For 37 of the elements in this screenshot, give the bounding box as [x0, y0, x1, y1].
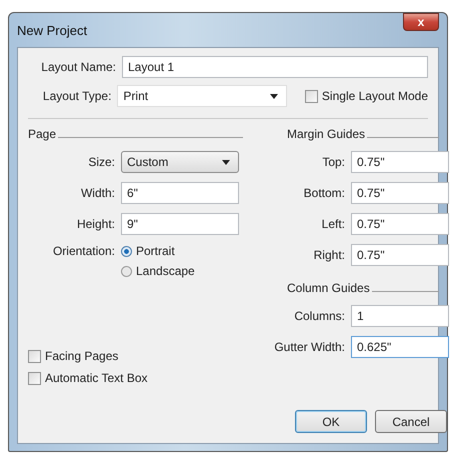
field-label: Height:	[76, 217, 115, 231]
input-field[interactable]: 6"	[121, 182, 239, 204]
input-field[interactable]: 1	[351, 305, 449, 327]
section-heading: Page	[28, 127, 56, 141]
field-label: Layout Name:	[40, 60, 116, 74]
caret-icon	[270, 94, 278, 98]
field-label: Width:	[80, 186, 115, 200]
radio-button[interactable]: Landscape	[121, 264, 195, 278]
dropdown[interactable]: Custom	[121, 151, 239, 173]
dropdown[interactable]: Print	[117, 85, 287, 107]
field-label: Gutter Width:	[273, 340, 345, 354]
close-button[interactable]: x	[403, 13, 439, 31]
field-label: Bottom:	[302, 186, 345, 200]
field-label: Top:	[321, 155, 345, 169]
input-field[interactable]: Layout 1	[122, 56, 428, 78]
section-heading: Margin Guides	[287, 127, 366, 141]
checkbox[interactable]: Automatic Text Box	[28, 371, 239, 385]
caret-icon	[222, 160, 230, 164]
input-field[interactable]: 0.75"	[351, 182, 449, 204]
window-title: New Project	[17, 22, 88, 38]
input-field[interactable]: 0.75"	[351, 151, 449, 173]
field-label: Columns:	[293, 309, 345, 323]
field-label: Orientation:	[52, 244, 115, 258]
input-field[interactable]: 9"	[121, 213, 239, 235]
field-label: Layout Type:	[42, 89, 112, 103]
dialog-button[interactable]: Cancel	[375, 410, 447, 433]
field-label: Left:	[320, 217, 345, 231]
checkbox[interactable]: Single Layout Mode	[304, 89, 428, 103]
input-field[interactable]: 0.75"	[351, 213, 449, 235]
field-label: Size:	[87, 155, 115, 169]
dialog-button[interactable]: OK	[295, 410, 367, 433]
radio-button[interactable]: Portrait	[121, 244, 175, 258]
checkbox[interactable]: Facing Pages	[28, 349, 239, 363]
input-field[interactable]: 0.75"	[351, 244, 449, 266]
section-heading: Column Guides	[287, 281, 370, 295]
input-field[interactable]: 0.625"	[351, 336, 449, 358]
field-label: Right:	[312, 248, 345, 262]
